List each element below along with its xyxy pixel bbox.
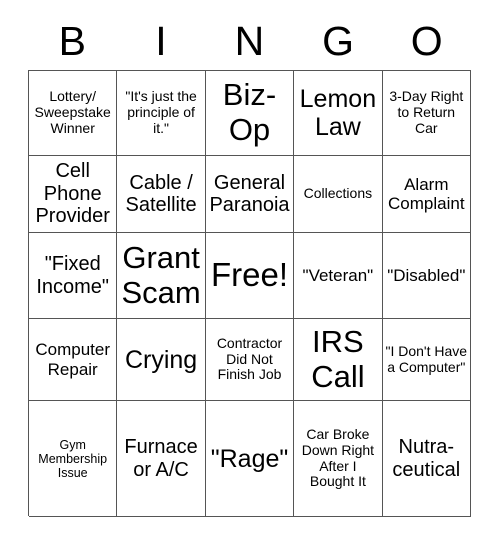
bingo-cell-o5[interactable]: Nutra-ceutical xyxy=(382,401,471,517)
bingo-cell-label: Free! xyxy=(210,256,288,294)
bingo-cell-b3[interactable]: "Fixed Income" xyxy=(29,233,118,319)
bingo-cell-free-space[interactable]: Free! xyxy=(205,233,295,319)
bingo-cell-label: "It's just the principle of it." xyxy=(125,88,197,136)
bingo-cell-label: Contractor Did Not Finish Job xyxy=(216,334,283,383)
bingo-cell-label: Gym Membership Issue xyxy=(38,437,108,480)
bingo-header: B I N G O xyxy=(28,14,471,68)
bingo-cell-g5[interactable]: Car Broke Down Right After I Bought It xyxy=(294,401,383,517)
bingo-cell-label: Lottery/ Sweepstake Winner xyxy=(34,88,111,136)
bingo-cell-label: Cell Phone Provider xyxy=(35,160,110,228)
bingo-grid: Lottery/ Sweepstake Winner "It's just th… xyxy=(28,70,471,517)
bingo-cell-label: Car Broke Down Right After I Bought It xyxy=(301,426,375,490)
bingo-cell-label: Lemon Law xyxy=(299,85,377,141)
bingo-cell-label: "Veteran" xyxy=(302,265,374,285)
bingo-cell-b2[interactable]: Cell Phone Provider xyxy=(29,156,118,233)
bingo-cell-label: IRS Call xyxy=(311,323,365,394)
bingo-cell-label: Collections xyxy=(303,185,373,202)
bingo-cell-n4[interactable]: Contractor Did Not Finish Job xyxy=(205,319,295,401)
bingo-cell-n2[interactable]: General Paranoia xyxy=(205,156,295,233)
bingo-header-letter-b: B xyxy=(58,18,86,64)
bingo-card: B I N G O Lottery/ Sweepstake Winner "It… xyxy=(0,0,500,544)
bingo-cell-b4[interactable]: Computer Repair xyxy=(29,319,118,401)
bingo-cell-label: 3-Day Right to Return Car xyxy=(389,88,464,136)
bingo-cell-b1[interactable]: Lottery/ Sweepstake Winner xyxy=(29,71,118,156)
bingo-header-letter-i: I xyxy=(155,18,167,64)
bingo-cell-label: "Rage" xyxy=(210,444,289,473)
bingo-cell-g1[interactable]: Lemon Law xyxy=(294,71,383,156)
bingo-cell-o1[interactable]: 3-Day Right to Return Car xyxy=(382,71,471,156)
bingo-cell-label: "Disabled" xyxy=(387,265,466,285)
bingo-cell-g3[interactable]: "Veteran" xyxy=(294,233,383,319)
bingo-cell-g2[interactable]: Collections xyxy=(294,156,383,233)
bingo-cell-label: Nutra-ceutical xyxy=(392,436,461,481)
bingo-header-letter-n: N xyxy=(234,18,265,64)
bingo-cell-o4[interactable]: "I Don't Have a Computer" xyxy=(382,319,471,401)
bingo-cell-label: "I Don't Have a Computer" xyxy=(385,342,468,375)
bingo-cell-i1[interactable]: "It's just the principle of it." xyxy=(117,71,206,156)
bingo-cell-i3[interactable]: Grant Scam xyxy=(117,233,206,319)
bingo-cell-label: Furnace or A/C xyxy=(124,436,198,481)
bingo-header-letter-g: G xyxy=(322,18,355,64)
bingo-cell-label: Alarm Complaint xyxy=(388,174,465,213)
bingo-header-letter-o: O xyxy=(410,18,443,64)
bingo-cell-i4[interactable]: Crying xyxy=(117,319,206,401)
bingo-cell-label: Computer Repair xyxy=(35,340,111,379)
bingo-cell-i2[interactable]: Cable / Satellite xyxy=(117,156,206,233)
bingo-cell-i5[interactable]: Furnace or A/C xyxy=(117,401,206,517)
bingo-cell-label: General Paranoia xyxy=(209,171,290,216)
bingo-cell-b5[interactable]: Gym Membership Issue xyxy=(29,401,118,517)
bingo-cell-label: Crying xyxy=(124,345,198,374)
bingo-cell-label: Biz-Op xyxy=(222,77,277,147)
bingo-cell-o2[interactable]: Alarm Complaint xyxy=(382,156,471,233)
bingo-cell-label: "Fixed Income" xyxy=(36,253,110,298)
bingo-cell-label: Cable / Satellite xyxy=(125,171,197,216)
bingo-cell-g4[interactable]: IRS Call xyxy=(294,319,383,401)
bingo-cell-n5[interactable]: "Rage" xyxy=(205,401,295,517)
bingo-cell-label: Grant Scam xyxy=(121,239,201,310)
bingo-cell-o3[interactable]: "Disabled" xyxy=(382,233,471,319)
bingo-cell-n1[interactable]: Biz-Op xyxy=(205,71,295,156)
